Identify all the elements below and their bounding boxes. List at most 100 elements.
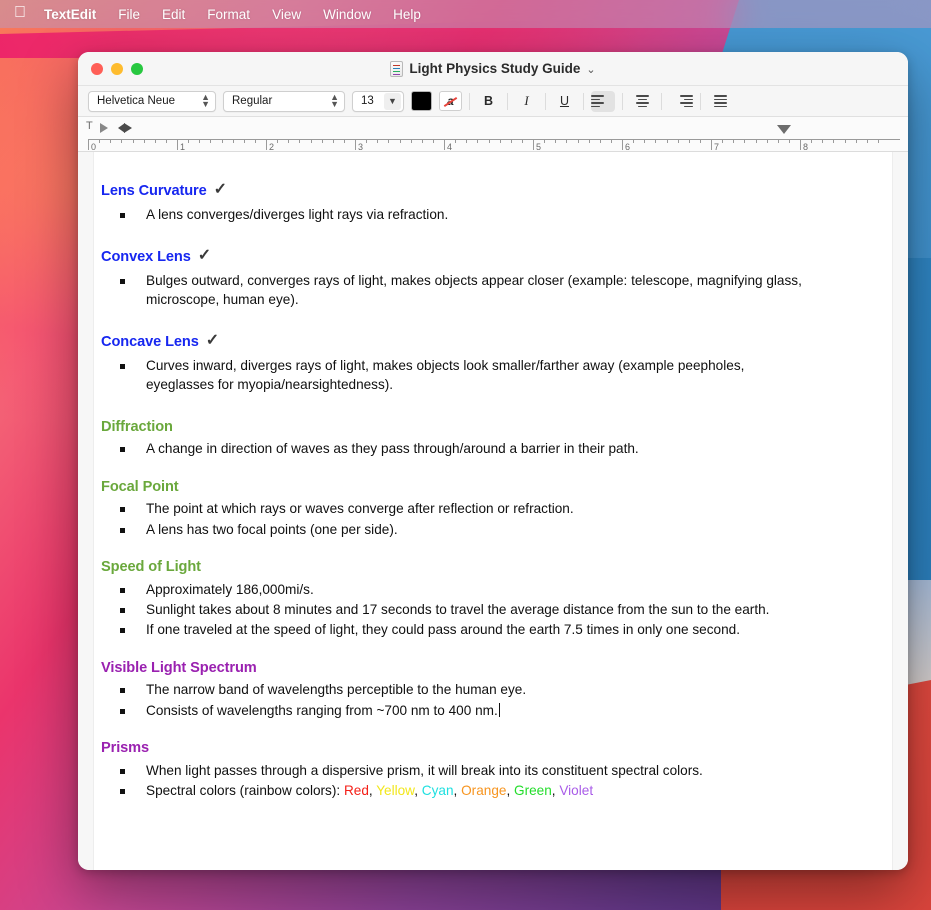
document-body[interactable]: Lens Curvature ✓ A lens converges/diverges… — [101, 180, 870, 800]
spectral-color-red: Red — [343, 782, 369, 798]
ruler-tick-minor — [744, 139, 746, 143]
list-item-spectral-colors: Spectral colors (rainbow colors): Red, Y… — [101, 781, 816, 800]
ruler-tick-major — [533, 139, 534, 150]
menu-item-help[interactable]: Help — [382, 3, 432, 25]
ruler-tick-minor — [544, 139, 546, 143]
ruler-tick-minor — [677, 139, 679, 143]
document-page[interactable]: Lens Curvature ✓ A lens converges/diverges… — [93, 152, 893, 870]
bold-button[interactable]: B — [477, 91, 500, 112]
document-section: Prisms When light passes through a disper… — [101, 738, 870, 800]
font-style-select[interactable]: Regular ▲ ▼ — [223, 90, 345, 112]
ruler-tick-minor — [121, 139, 123, 143]
text-cursor — [498, 702, 500, 717]
ruler-tick-label: 8 — [803, 142, 809, 152]
ruler-tick-label: 6 — [625, 142, 631, 152]
list-item: Consists of wavelengths ranging from ~70… — [101, 701, 816, 720]
text-color-swatch[interactable] — [411, 91, 432, 111]
first-line-indent-marker[interactable] — [100, 123, 108, 133]
menu-item-textedit[interactable]: TextEdit — [44, 3, 107, 25]
document-scroll-area[interactable]: Lens Curvature ✓ A lens converges/diverges… — [78, 152, 908, 870]
ruler-tick-minor — [644, 139, 646, 143]
font-family-value: Helvetica Neue — [97, 95, 175, 107]
ruler-tick-minor — [110, 139, 112, 143]
ruler-tick-minor — [154, 139, 156, 143]
ruler-tick-label: 3 — [358, 142, 364, 152]
ruler-tick-minor — [755, 139, 757, 143]
list-item: When light passes through a dispersive p… — [101, 761, 816, 780]
align-right-button[interactable] — [669, 91, 693, 112]
ruler-tick-minor — [510, 139, 512, 143]
minimize-button[interactable] — [111, 62, 123, 75]
ruler-tick-minor — [733, 139, 735, 143]
menu-item-window[interactable]: Window — [312, 3, 382, 25]
ruler-tick-label: 4 — [447, 142, 453, 152]
ruler-tick-minor — [321, 139, 323, 143]
spectral-separator: , — [453, 782, 462, 798]
menu-item-format[interactable]: Format — [196, 3, 261, 25]
align-left-button[interactable] — [591, 90, 615, 112]
list-item: Curves inward, diverges rays of light, m… — [101, 356, 816, 395]
font-size-select[interactable]: 13 ▼ — [352, 90, 404, 112]
ruler-tick-major — [88, 139, 89, 150]
spectral-separator: , — [506, 782, 514, 798]
ruler-tick-minor — [165, 139, 167, 143]
ruler-tick-minor — [588, 139, 590, 143]
align-justify-button[interactable] — [708, 91, 732, 112]
italic-button[interactable]: I — [515, 91, 538, 112]
font-style-value: Regular — [232, 95, 273, 107]
maximize-button[interactable] — [131, 62, 143, 75]
underline-button[interactable]: U — [553, 91, 576, 112]
ruler-tick-minor — [499, 139, 501, 143]
ruler-tick-minor — [421, 139, 423, 143]
list-item: Sunlight takes about 8 minutes and 17 se… — [101, 600, 816, 619]
checkmark-icon: ✓ — [205, 332, 220, 350]
ruler-tick-minor — [332, 139, 334, 143]
bullet-list: A change in direction of waves as they p… — [101, 439, 870, 458]
menu-item-file[interactable]: File — [107, 3, 151, 25]
ruler-tick-minor — [844, 139, 846, 143]
document-section: Diffraction A change in direction of wave… — [101, 417, 870, 459]
chevron-down-icon[interactable]: ⌄ — [586, 63, 595, 76]
ruler-tick-minor — [688, 139, 690, 143]
apple-logo-icon[interactable]:  — [14, 5, 26, 21]
left-indent-marker[interactable] — [124, 123, 132, 133]
font-family-select[interactable]: Helvetica Neue ▲ ▼ — [88, 90, 216, 112]
ruler[interactable]: T 0 1 2 3 4 5 6 7 8 — [78, 117, 908, 152]
ruler-tick-major — [444, 139, 445, 150]
tab-stop-icon[interactable]: T — [86, 121, 93, 132]
ruler-tick-major — [266, 139, 267, 150]
menu-item-view[interactable]: View — [261, 3, 312, 25]
document-section: Concave Lens ✓ Curves inward, diverges ray… — [101, 331, 870, 394]
section-heading-text: Concave Lens — [101, 334, 199, 351]
document-section: Convex Lens ✓ Bulges outward, converges ra… — [101, 246, 870, 309]
checkmark-icon: ✓ — [213, 181, 227, 198]
ruler-tick-minor — [666, 139, 668, 143]
ruler-tick-minor — [455, 139, 457, 143]
bullet-list: Bulges outward, converges rays of light,… — [101, 271, 870, 310]
traffic-light-group — [91, 62, 143, 75]
section-heading-text: Convex Lens — [101, 249, 191, 266]
ruler-tick-minor — [210, 139, 212, 143]
window-title-bar[interactable]: Light Physics Study Guide ⌄ — [78, 52, 908, 86]
ruler-tick-minor — [877, 139, 879, 143]
ruler-tick-minor — [555, 139, 557, 143]
left-indent-marker-b[interactable] — [118, 123, 125, 133]
remove-color-icon[interactable]: a — [439, 91, 462, 111]
ruler-tick-label: 7 — [714, 142, 720, 152]
ruler-tick-minor — [610, 139, 612, 143]
section-heading-text: Diffraction — [101, 418, 173, 435]
align-center-button[interactable] — [630, 91, 654, 112]
ruler-tick-label: 5 — [536, 142, 542, 152]
spectral-color-cyan: Cyan — [421, 782, 454, 798]
ruler-tick-minor — [99, 139, 101, 143]
ruler-tick-major — [800, 139, 801, 150]
ruler-tick-minor — [633, 139, 635, 143]
close-button[interactable] — [91, 62, 103, 75]
toolbar-divider — [507, 92, 508, 110]
menu-item-edit[interactable]: Edit — [151, 3, 196, 25]
right-indent-marker[interactable] — [777, 125, 791, 134]
ruler-tick-major — [622, 139, 623, 150]
